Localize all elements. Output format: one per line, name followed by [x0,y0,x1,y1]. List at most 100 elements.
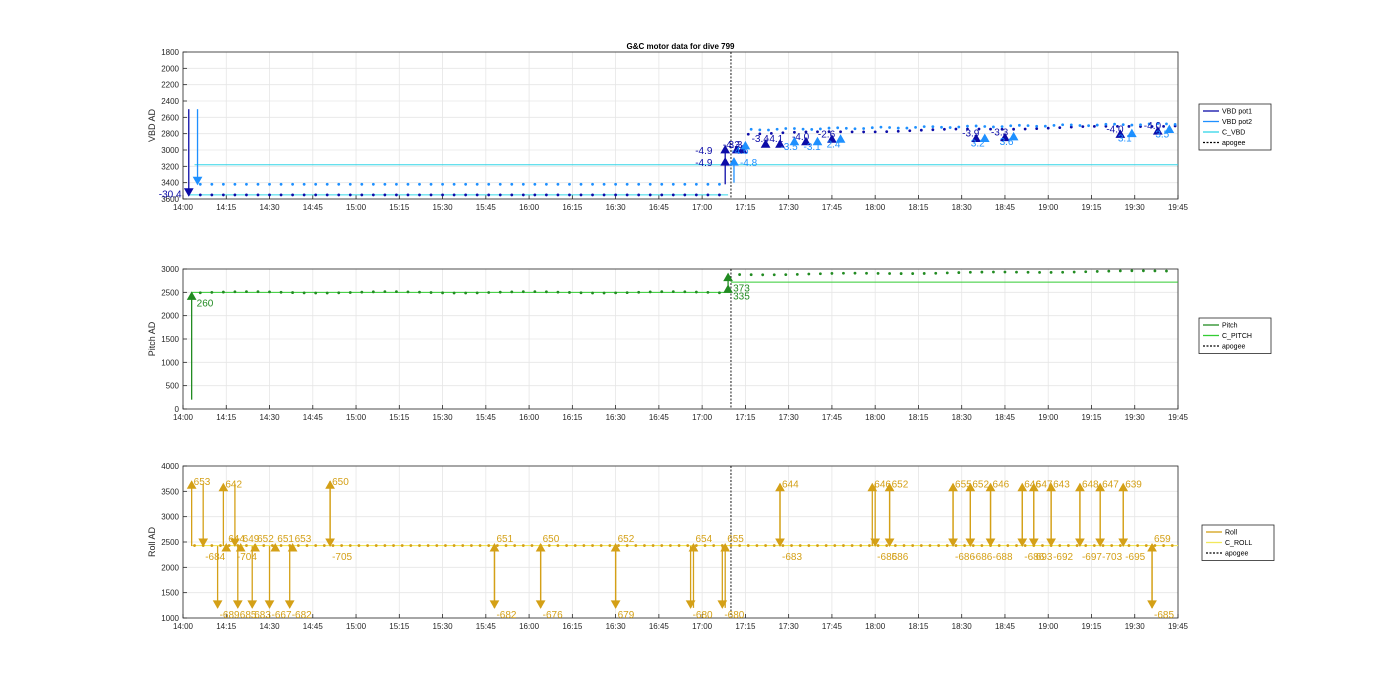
roll-event-label: -689 [220,610,240,621]
vbd-pot1-point [245,193,248,197]
x-tick-label: 18:45 [995,203,1016,212]
roll-event-label: -680 [693,610,713,621]
roll-event-label: 693 [1036,552,1053,563]
x-tick-label: 18:00 [865,622,886,631]
roll-point [1041,544,1044,547]
vbd-pot2-point [256,182,260,186]
x-tick-label: 14:00 [173,413,194,422]
vbd-event-label: -30.4 [159,190,182,201]
y-tick-label: 3000 [161,265,179,274]
pitch-point [556,290,560,294]
vbd-pot2-point [510,182,514,186]
vbd-pot2-point [974,124,978,128]
vbd-pot2-point [749,127,753,131]
vbd-marker-label: 2.4 [827,139,841,150]
vbd-pot1-point [660,193,664,197]
pitch-point [660,290,664,294]
pitch-point [980,270,984,274]
legend-label: apogee [1222,140,1245,147]
y-tick-label: 4000 [161,462,179,471]
roll-event-label: 659 [1154,534,1171,545]
roll-point [686,544,690,547]
vbd-marker-label: -4.6 [731,146,749,157]
pitch-point [210,291,214,294]
vbd-pot2-point [1095,123,1099,127]
roll-event-label: 639 [1125,480,1142,491]
figure: 14:00 14:15 14:30 14:45 15:00 15:15 15:30 15:45… [147,42,1275,631]
roll-point [963,544,966,547]
vbd-pot1-point [337,193,341,197]
roll-event-label: 652 [618,534,635,545]
roll-event-label: -704 [237,552,257,563]
pitch-point [268,290,271,294]
vbd-pot2-point [498,182,502,186]
legend-label: C_ROLL [1225,540,1252,547]
roll-event-label: 652 [972,480,989,491]
x-tick-label: 16:15 [562,203,583,212]
vbd-pot2-point [1035,124,1039,128]
roll-event-label: -692 [1053,552,1073,563]
roll-event-label: -682 [496,610,516,621]
vbd-pot1-point [683,193,687,197]
y-tick-label: 2000 [161,64,179,73]
vbd-pot2-point [1165,122,1168,126]
vbd-pot2-point [648,182,652,186]
roll-event-label: 644 [782,480,799,491]
vbd-pot1-point [395,193,398,197]
vbd-pot2-point [1139,123,1142,127]
vbd-pot1-point [954,127,958,131]
vbd-pot2-point [896,126,900,130]
y-tick-label: 2500 [161,538,179,547]
vbd-pot2-point [879,125,883,129]
roll-event-label: -695 [1125,552,1145,563]
vbd-pot1-point [291,193,294,197]
roll-event-label: 650 [332,477,349,488]
x-tick-label: 15:15 [389,203,410,212]
x-tick-label: 18:45 [995,413,1016,422]
roll-point [521,544,525,547]
roll-event-label: -676 [543,610,563,621]
vbd-pot1-point [614,193,618,197]
roll-event-label: -705 [332,552,352,563]
vbd-pot1-point [1162,124,1165,128]
pitch-event-label: 260 [197,298,214,309]
x-tick-label: 14:45 [303,622,324,631]
y-axis-label: Pitch AD [147,321,157,356]
pitch-point [1072,270,1076,274]
vbd-pot2-point [1173,123,1177,126]
x-tick-label: 14:00 [173,203,194,212]
x-tick-label: 16:00 [519,203,540,212]
pitch-point [934,271,938,275]
x-tick-label: 14:15 [216,413,237,422]
pitch-point [302,291,306,295]
vbd-pot2-point [718,182,721,186]
vbd-pot2-point [591,182,594,186]
roll-point [487,544,491,547]
vbd-arrowhead [720,157,731,166]
vbd-pot1-point [556,193,560,197]
legend-label: Pitch [1222,323,1238,330]
roll-event-label: 653 [194,477,211,488]
x-tick-label: 17:45 [822,413,843,422]
pitch-point [922,272,926,275]
roll-arrowhead [232,600,243,609]
pitch-point [637,290,641,294]
roll-point [919,544,923,547]
vbd-pot2-point [406,182,410,186]
pitch-point [1107,269,1111,273]
roll-point [461,544,465,547]
roll-point [755,544,759,547]
vbd-pot2-point [940,125,943,129]
vbd-pot1-point [371,193,375,197]
roll-point [807,544,811,547]
pitch-point [718,291,721,295]
vbd-pot2-point [948,126,952,129]
roll-event-label: -685 [1154,610,1174,621]
pitch-point [671,290,675,294]
roll-point [314,544,318,547]
roll-event-label: 642 [225,480,242,491]
pitch-point [360,290,364,294]
vbd-pot1-point [487,193,491,197]
vbd-pot2-point [337,182,341,186]
pitch-point [314,291,318,295]
